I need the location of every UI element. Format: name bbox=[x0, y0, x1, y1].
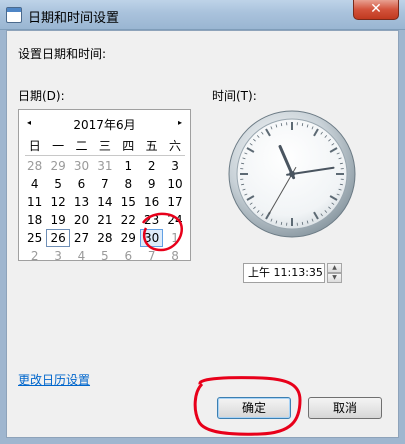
clock-pivot bbox=[289, 171, 295, 177]
calendar-day[interactable]: 12 bbox=[46, 193, 69, 211]
title-bar: 日期和时间设置 ✕ bbox=[0, 0, 405, 30]
calendar-day[interactable]: 7 bbox=[140, 247, 163, 265]
calendar-weekday: 六 bbox=[169, 139, 182, 153]
date-time-dialog: 设置日期和时间: 日期(D): 时间(T): ◂ 2017年6月 ▸ 日一二三四… bbox=[6, 30, 399, 438]
calendar-day[interactable]: 22 bbox=[117, 211, 140, 229]
window-title: 日期和时间设置 bbox=[28, 11, 120, 26]
calendar-weekday: 五 bbox=[145, 139, 158, 153]
time-label: 时间(T): bbox=[212, 89, 257, 103]
calendar-day[interactable]: 8 bbox=[163, 247, 186, 265]
next-month-icon[interactable]: ▸ bbox=[178, 118, 182, 127]
calendar-day[interactable]: 5 bbox=[93, 247, 116, 265]
calendar-day[interactable]: 29 bbox=[117, 229, 140, 247]
calendar-day[interactable]: 8 bbox=[117, 175, 140, 193]
calendar-week-row: 18 19 20 21 22 23 24 bbox=[23, 211, 187, 229]
calendar-week-row: 2345678 bbox=[23, 247, 187, 265]
spin-down-icon[interactable]: ▼ bbox=[327, 273, 342, 283]
calendar-day[interactable]: 15 bbox=[117, 193, 140, 211]
calendar-day[interactable]: 28 bbox=[93, 229, 116, 247]
calendar-day[interactable]: 7 bbox=[93, 175, 116, 193]
calendar-day[interactable]: 28 bbox=[23, 157, 46, 175]
spin-up-icon[interactable]: ▲ bbox=[327, 263, 342, 273]
dialog-heading: 设置日期和时间: bbox=[18, 47, 107, 61]
calendar-day[interactable]: 29 bbox=[46, 157, 69, 175]
calendar-day[interactable]: 1 bbox=[117, 157, 140, 175]
calendar-weekday: 三 bbox=[98, 139, 111, 153]
calendar-day[interactable]: 30 bbox=[70, 157, 93, 175]
calendar-divider bbox=[25, 155, 185, 156]
calendar-day[interactable]: 27 bbox=[70, 229, 93, 247]
ok-button[interactable]: 确定 bbox=[217, 397, 291, 419]
calendar-day[interactable]: 18 bbox=[23, 211, 46, 229]
calendar-day[interactable]: 25 bbox=[23, 229, 46, 247]
calendar: ◂ 2017年6月 ▸ 日一二三四五六 28 29 30 31 1 2 3 4 5 6 7 8 9 10 11… bbox=[18, 109, 191, 263]
calendar-grid: 日一二三四五六 28 29 30 31 1 2 3 4 5 6 7 8 9 10 11 12 13 14 15 16 17… bbox=[23, 137, 187, 265]
calendar-weekday: 日 bbox=[28, 139, 41, 153]
change-calendar-settings-link[interactable]: 更改日历设置 bbox=[18, 371, 90, 388]
calendar-weekday: 四 bbox=[122, 139, 135, 153]
calendar-day[interactable]: 4 bbox=[23, 175, 46, 193]
calendar-week-row: 25 26 27 28 29 30 1 bbox=[23, 229, 187, 247]
calendar-day-selected[interactable]: 30 bbox=[139, 229, 164, 247]
calendar-weekday: 二 bbox=[75, 139, 88, 153]
time-spinner[interactable]: ▲ ▼ bbox=[327, 263, 342, 283]
cancel-button[interactable]: 取消 bbox=[308, 397, 382, 419]
calendar-day[interactable]: 2 bbox=[140, 157, 163, 175]
calendar-day-today[interactable]: 26 bbox=[46, 229, 70, 247]
calendar-day[interactable]: 23 bbox=[140, 211, 163, 229]
calendar-day[interactable]: 14 bbox=[93, 193, 116, 211]
calendar-day[interactable]: 3 bbox=[163, 157, 186, 175]
calendar-day[interactable]: 21 bbox=[93, 211, 116, 229]
calendar-week-row: 4 5 6 7 8 9 10 bbox=[23, 175, 187, 193]
calendar-day[interactable]: 24 bbox=[163, 211, 186, 229]
calendar-day[interactable]: 3 bbox=[46, 247, 69, 265]
calendar-day[interactable]: 2 bbox=[23, 247, 46, 265]
close-button[interactable]: ✕ bbox=[353, 0, 399, 20]
calendar-day[interactable]: 19 bbox=[46, 211, 69, 229]
calendar-weekday-header: 日一二三四五六 bbox=[23, 137, 187, 155]
calendar-week-row: 11 12 13 14 15 16 17 bbox=[23, 193, 187, 211]
calendar-day[interactable]: 16 bbox=[140, 193, 163, 211]
calendar-day[interactable]: 10 bbox=[163, 175, 186, 193]
calendar-day[interactable]: 17 bbox=[163, 193, 186, 211]
calendar-app-icon bbox=[6, 7, 22, 23]
calendar-day[interactable]: 13 bbox=[70, 193, 93, 211]
calendar-week-row: 28 29 30 31 1 2 3 bbox=[23, 157, 187, 175]
calendar-day[interactable]: 5 bbox=[46, 175, 69, 193]
calendar-day[interactable]: 4 bbox=[70, 247, 93, 265]
calendar-day[interactable]: 6 bbox=[117, 247, 140, 265]
calendar-day[interactable]: 6 bbox=[70, 175, 93, 193]
analog-clock bbox=[228, 110, 356, 238]
time-input[interactable]: 上午 11:13:35 bbox=[243, 263, 325, 283]
calendar-month-title[interactable]: 2017年6月 bbox=[19, 116, 190, 133]
calendar-day[interactable]: 11 bbox=[23, 193, 46, 211]
calendar-weekday: 一 bbox=[52, 139, 65, 153]
date-label: 日期(D): bbox=[18, 89, 65, 103]
calendar-day[interactable]: 20 bbox=[70, 211, 93, 229]
calendar-day[interactable]: 31 bbox=[93, 157, 116, 175]
calendar-day[interactable]: 1 bbox=[163, 229, 186, 247]
calendar-day[interactable]: 9 bbox=[140, 175, 163, 193]
